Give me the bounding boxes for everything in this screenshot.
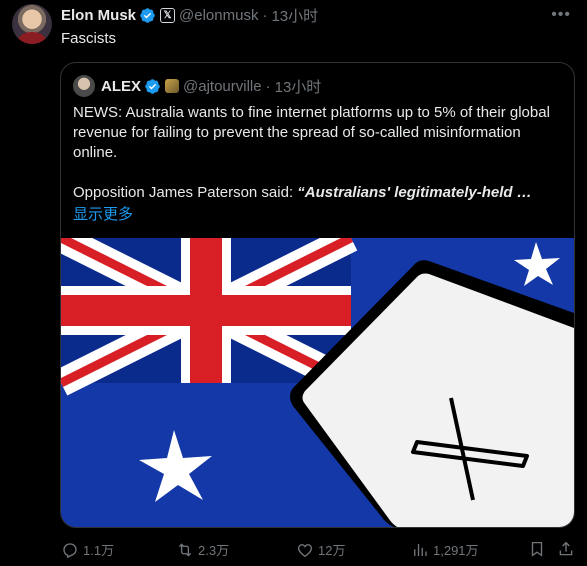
quote-author-handle[interactable]: @ajtourville (183, 78, 262, 95)
share-icon (559, 541, 573, 556)
quote-avatar[interactable] (73, 75, 95, 97)
reply-icon (63, 542, 77, 558)
quote-author-name[interactable]: ALEX (101, 78, 141, 95)
quote-paragraph-2: Opposition James Paterson said: “Austral… (73, 183, 563, 203)
quote-paragraph-2-quote: “Australians' legitimately-held … (297, 184, 532, 201)
quote-header: ALEX @ajtourville · 13小时 (101, 76, 321, 96)
repost-icon (178, 542, 192, 557)
views-count: 1,291万 (433, 543, 479, 558)
reply-button[interactable]: 1.1万 (61, 540, 114, 559)
bookmark-icon (531, 541, 543, 557)
views-button[interactable]: 1,291万 (411, 540, 479, 559)
quote-time[interactable]: 13小时 (275, 76, 322, 97)
quoted-tweet[interactable]: ALEX @ajtourville · 13小时 NEWS: Australia… (60, 62, 575, 528)
quote-paragraph-2-prefix: Opposition James Paterson said: (73, 184, 298, 201)
quote-paragraph-1: NEWS: Australia wants to fine internet p… (73, 104, 550, 161)
share-button[interactable] (557, 540, 579, 558)
reply-count: 1.1万 (83, 543, 115, 558)
meta-separator: · (262, 6, 268, 24)
verified-icon (145, 78, 160, 94)
repost-count: 2.3万 (198, 543, 230, 558)
affiliate-badge-icon (165, 79, 180, 93)
action-bar: 1.1万 2.3万 12万 1,291万 (61, 540, 576, 562)
like-icon (297, 543, 313, 557)
x-affiliate-icon: 𝕏 (160, 7, 176, 23)
bookmark-button[interactable] (528, 540, 550, 558)
like-count: 12万 (318, 543, 346, 558)
verified-icon (140, 7, 155, 23)
author-avatar[interactable] (12, 4, 52, 44)
tweet-time[interactable]: 13小时 (271, 5, 318, 26)
tweet-header: Elon Musk 𝕏 @elonmusk · 13小时 (61, 5, 318, 25)
tweet-text: Fascists (61, 30, 117, 47)
views-icon (414, 543, 427, 556)
more-icon[interactable]: ••• (551, 6, 571, 24)
like-button[interactable]: 12万 (296, 540, 345, 559)
quote-media-image[interactable] (61, 238, 574, 528)
union-jack (61, 238, 358, 396)
quote-text: NEWS: Australia wants to fine internet p… (73, 103, 563, 203)
show-more-link[interactable]: 显示更多 (73, 203, 133, 224)
repost-button[interactable]: 2.3万 (176, 540, 229, 559)
author-name[interactable]: Elon Musk (61, 7, 136, 24)
meta-separator: · (265, 77, 271, 95)
author-handle[interactable]: @elonmusk (179, 7, 258, 24)
